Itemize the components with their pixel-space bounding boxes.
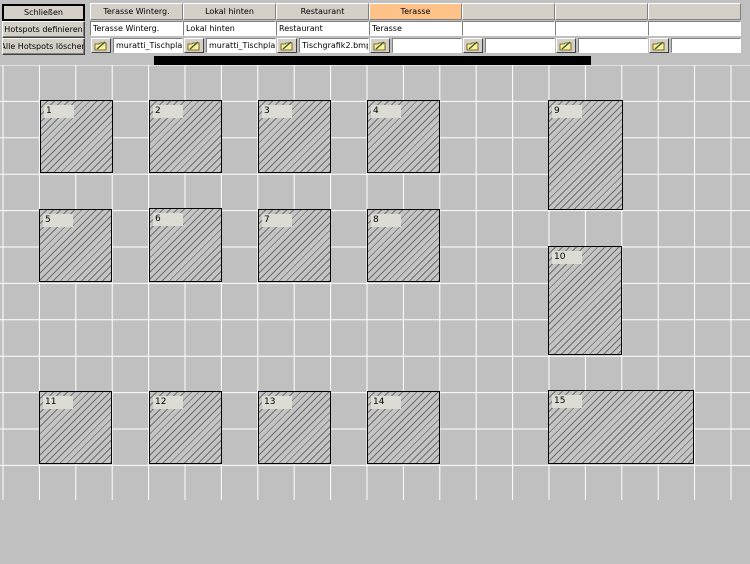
tab-area-2[interactable]: Lokal hinten: [183, 3, 276, 20]
browse-image-button-1[interactable]: [91, 38, 111, 53]
browse-image-button-4[interactable]: [370, 38, 390, 53]
table-hotspot-5[interactable]: 5: [39, 209, 112, 282]
table-number: 4: [371, 105, 401, 118]
floor-plan-canvas[interactable]: 1 2 3 4 9 5 6 7 8 10 11 12 13 14 15: [0, 65, 750, 564]
area-image-field-7[interactable]: [671, 38, 741, 53]
table-number: 14: [371, 396, 401, 409]
close-button[interactable]: Schließen: [2, 4, 85, 21]
table-number: 8: [371, 214, 401, 227]
table-hotspot-3[interactable]: 3: [258, 100, 331, 173]
area-name-field-7[interactable]: [648, 21, 741, 36]
table-number: 1: [44, 105, 74, 118]
table-hotspot-9[interactable]: 9: [548, 100, 623, 210]
browse-image-button-6[interactable]: [556, 38, 576, 53]
table-hotspot-6[interactable]: 6: [149, 208, 222, 282]
folder-pencil-icon: [652, 40, 665, 50]
area-image-field-2[interactable]: muratti_Tischplan_: [206, 38, 276, 53]
area-name-field-4[interactable]: Terasse: [369, 21, 462, 36]
tab-area-3[interactable]: Restaurant: [276, 3, 369, 20]
area-image-field-5[interactable]: [485, 38, 555, 53]
define-hotspots-button[interactable]: Hotspots definieren: [2, 21, 85, 38]
tab-area-6[interactable]: [555, 3, 648, 20]
table-number: 13: [262, 396, 292, 409]
table-hotspot-8[interactable]: 8: [367, 209, 440, 282]
table-number: 7: [262, 214, 292, 227]
table-hotspot-12[interactable]: 12: [149, 391, 222, 464]
table-hotspot-1[interactable]: 1: [40, 100, 113, 173]
area-image-field-6[interactable]: [578, 38, 648, 53]
area-name-field-3[interactable]: Restaurant: [276, 21, 369, 36]
table-number: 10: [552, 251, 582, 264]
area-name-field-5[interactable]: [462, 21, 555, 36]
table-number: 12: [153, 396, 183, 409]
table-hotspot-15[interactable]: 15: [548, 390, 694, 464]
area-name-field-2[interactable]: Lokal hinten: [183, 21, 276, 36]
table-hotspot-13[interactable]: 13: [258, 391, 331, 464]
table-number: 11: [43, 396, 73, 409]
browse-image-button-3[interactable]: [277, 38, 297, 53]
area-image-field-1[interactable]: muratti_Tischplan_: [113, 38, 183, 53]
area-image-field-4[interactable]: [392, 38, 462, 53]
area-image-field-3[interactable]: Tischgrafik2.bmp: [299, 38, 369, 53]
tab-area-4[interactable]: Terasse: [369, 3, 462, 20]
table-number: 15: [552, 395, 582, 408]
table-hotspot-2[interactable]: 2: [149, 100, 222, 173]
tab-area-5[interactable]: [462, 3, 555, 20]
table-number: 9: [552, 105, 582, 118]
tab-area-7[interactable]: [648, 3, 741, 20]
table-hotspot-10[interactable]: 10: [548, 246, 622, 355]
table-number: 3: [262, 105, 292, 118]
area-name-field-1[interactable]: Terasse Winterg.: [90, 21, 183, 36]
folder-pencil-icon: [559, 40, 572, 50]
tab-area-1[interactable]: Terasse Winterg.: [90, 3, 183, 20]
folder-pencil-icon: [187, 40, 200, 50]
folder-pencil-icon: [373, 40, 386, 50]
area-name-field-6[interactable]: [555, 21, 648, 36]
table-number: 6: [153, 213, 183, 226]
table-hotspot-14[interactable]: 14: [367, 391, 440, 464]
browse-image-button-2[interactable]: [184, 38, 204, 53]
table-number: 5: [43, 214, 73, 227]
table-number: 2: [153, 105, 183, 118]
table-hotspot-7[interactable]: 7: [258, 209, 331, 282]
folder-pencil-icon: [466, 40, 479, 50]
table-hotspot-4[interactable]: 4: [367, 100, 440, 173]
table-hotspot-11[interactable]: 11: [39, 391, 112, 464]
delete-all-hotspots-button[interactable]: Alle Hotspots löschen: [2, 38, 85, 55]
folder-pencil-icon: [94, 40, 107, 50]
browse-image-button-7[interactable]: [649, 38, 669, 53]
folder-pencil-icon: [280, 40, 293, 50]
browse-image-button-5[interactable]: [463, 38, 483, 53]
